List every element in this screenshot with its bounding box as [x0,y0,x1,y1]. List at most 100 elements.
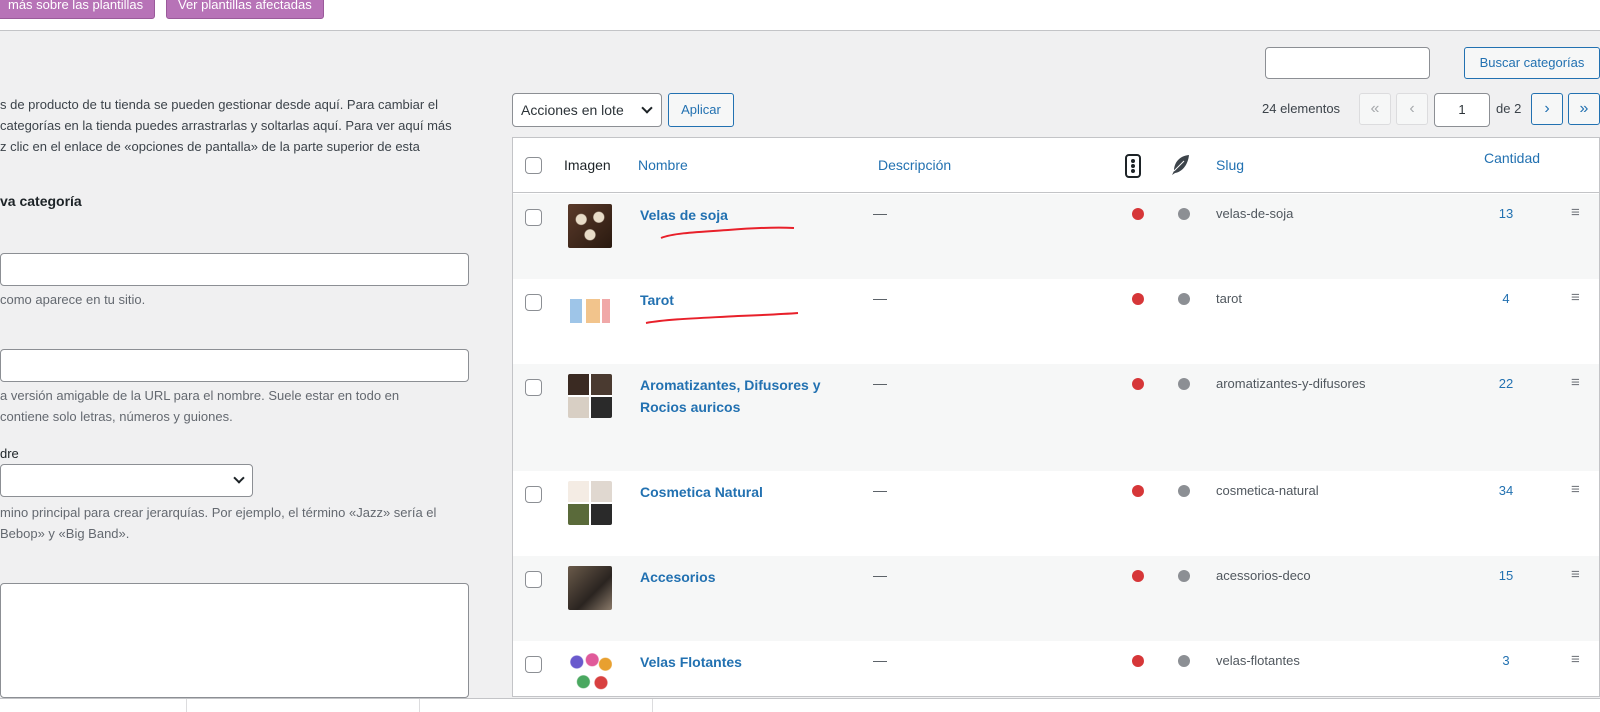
drag-handle-icon[interactable]: ≡ [1571,204,1580,221]
seo-dot [1178,293,1190,305]
table-row: Tarot — tarot 4 ≡ [513,279,1599,364]
seo-dot [1178,378,1190,390]
category-count-link[interactable]: 4 [1486,291,1526,306]
parent-help-line: mino principal para crear jerarquías. Po… [0,505,437,520]
select-all-checkbox[interactable] [525,157,542,174]
category-thumbnail [568,374,612,418]
categories-table: Imagen Nombre Descripción Slug Cantidad … [512,137,1600,697]
parent-help: mino principal para crear jerarquías. Po… [0,502,436,544]
category-thumbnail [568,566,612,610]
category-name-link[interactable]: Accesorios [640,566,850,588]
column-name[interactable]: Nombre [638,157,688,173]
table-row: Cosmetica Natural — cosmetica-natural 34… [513,471,1599,556]
row-checkbox[interactable] [525,571,542,588]
category-thumbnail [568,481,612,525]
affected-templates-button[interactable]: Ver plantillas afectadas [166,0,324,19]
table-row: Velas Flotantes — velas-flotantes 3 ≡ [513,641,1599,696]
row-checkbox[interactable] [525,656,542,673]
page-description: s de producto de tu tienda se pueden ges… [0,94,478,157]
drag-handle-icon[interactable]: ≡ [1571,651,1580,668]
status-dot [1132,485,1144,497]
status-dot [1132,378,1144,390]
slug-field[interactable] [0,349,469,382]
category-count-link[interactable]: 13 [1486,206,1526,221]
drag-handle-icon[interactable]: ≡ [1571,481,1580,498]
templates-info-button[interactable]: más sobre las plantillas [0,0,156,19]
category-thumbnail [568,289,612,333]
parent-help-line: Bebop» y «Big Band». [0,526,130,541]
category-count-link[interactable]: 34 [1486,483,1526,498]
row-checkbox[interactable] [525,294,542,311]
category-slug: tarot [1216,291,1243,306]
divider [186,699,187,712]
next-page-button[interactable]: › [1531,93,1563,125]
category-slug: acessorios-deco [1216,568,1311,583]
category-description: — [873,375,887,391]
category-description: — [873,652,887,668]
seo-dot [1178,208,1190,220]
first-page-button: « [1359,93,1391,125]
parent-category-select[interactable] [0,464,253,497]
category-count-link[interactable]: 22 [1486,376,1526,391]
category-description: — [873,290,887,306]
bulk-actions-select[interactable]: Acciones en lote [512,93,662,127]
items-count: 24 elementos [1262,101,1341,116]
category-search-input[interactable] [1265,47,1430,79]
category-count-link[interactable]: 3 [1486,653,1526,668]
status-dot [1132,293,1144,305]
drag-handle-icon[interactable]: ≡ [1571,289,1580,306]
category-slug: velas-de-soja [1216,206,1294,221]
category-name-link[interactable]: Velas Flotantes [640,651,850,673]
current-page-input[interactable]: 1 [1434,93,1490,127]
status-dot [1132,655,1144,667]
description-line: s de producto de tu tienda se pueden ges… [0,97,438,112]
category-description: — [873,567,887,583]
category-description: — [873,205,887,221]
category-count-link[interactable]: 15 [1486,568,1526,583]
category-name-link[interactable]: Cosmetica Natural [640,481,850,503]
seo-dot [1178,655,1190,667]
search-categories-button[interactable]: Buscar categorías [1464,47,1600,79]
table-row: Aromatizantes, Difusores y Rocios aurico… [513,364,1599,471]
column-image: Imagen [564,157,611,173]
column-count[interactable]: Cantidad [1484,150,1540,166]
description-line: categorías en la tienda puedes arrastrar… [0,118,452,133]
apply-button[interactable]: Aplicar [668,93,734,127]
annotation-underline [660,226,795,239]
bottom-bar [0,698,1600,712]
slug-help-line: a versión amigable de la URL para el nom… [0,388,400,403]
last-page-button[interactable]: » [1568,93,1600,125]
chevron-down-icon [233,472,245,484]
row-checkbox[interactable] [525,486,542,503]
slug-help-line: contiene solo letras, números y guiones. [0,409,233,424]
drag-handle-icon[interactable]: ≡ [1571,566,1580,583]
status-column-icon [1125,154,1141,178]
total-pages: de 2 [1496,101,1522,116]
divider [652,699,653,712]
row-checkbox[interactable] [525,209,542,226]
table-row: Accesorios — acessorios-deco 15 ≡ [513,556,1599,641]
add-category-title: va categoría [0,193,82,209]
table-header: Imagen Nombre Descripción Slug Cantidad [513,138,1599,193]
category-slug: cosmetica-natural [1216,483,1319,498]
annotation-underline [645,312,799,324]
prev-page-button: ‹ [1396,93,1428,125]
row-checkbox[interactable] [525,379,542,396]
slug-help: a versión amigable de la URL para el nom… [0,385,399,427]
notice-bar: más sobre las plantillas Ver plantillas … [0,0,1600,31]
category-description: — [873,482,887,498]
description-line: z clic en el enlace de «opciones de pant… [0,139,420,154]
description-textarea[interactable] [0,583,469,698]
drag-handle-icon[interactable]: ≡ [1571,374,1580,391]
feather-icon [1172,155,1189,175]
category-name-link[interactable]: Aromatizantes, Difusores y Rocios aurico… [640,374,850,418]
bulk-actions-label: Acciones en lote [521,102,624,118]
column-slug[interactable]: Slug [1216,157,1244,173]
category-name-link[interactable]: Tarot [640,289,850,311]
name-field[interactable] [0,253,469,286]
category-thumbnail [568,204,612,248]
column-description[interactable]: Descripción [878,157,951,173]
category-slug: aromatizantes-y-difusores [1216,376,1366,391]
table-row: Velas de soja — velas-de-soja 13 ≡ [513,194,1599,279]
seo-dot [1178,570,1190,582]
